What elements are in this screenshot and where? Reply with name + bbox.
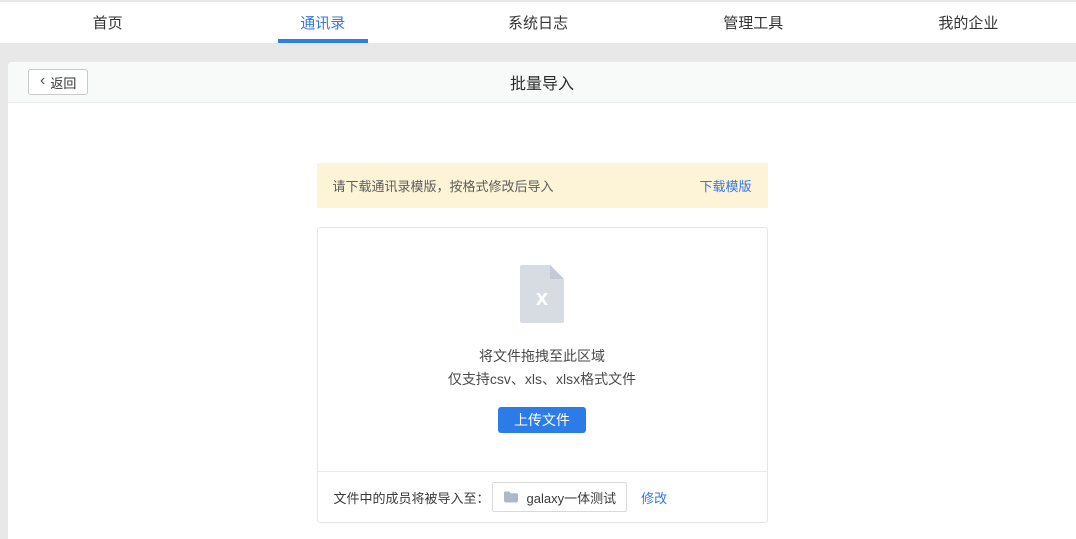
excel-file-icon: x (520, 265, 564, 323)
nav-tab-my-enterprise[interactable]: 我的企业 (861, 2, 1076, 43)
import-destination-row: 文件中的成员将被导入至： galaxy一体测试 修改 (318, 471, 767, 522)
destination-folder-name: galaxy一体测试 (527, 488, 617, 507)
modify-destination-link[interactable]: 修改 (641, 488, 667, 507)
content-window: ‹ 返回 批量导入 请下载通讯录模版，按格式修改后导入 下载模版 x 将文件拖拽… (8, 62, 1076, 539)
page-header: ‹ 返回 批量导入 (8, 62, 1076, 103)
drag-hint-text: 将文件拖拽至此区域 (318, 345, 767, 368)
upload-card: x 将文件拖拽至此区域 仅支持csv、xls、xlsx格式文件 上传文件 文件中… (317, 227, 768, 523)
chevron-left-icon: ‹ (40, 73, 45, 89)
nav-tab-system-logs[interactable]: 系统日志 (430, 2, 645, 43)
back-button[interactable]: ‹ 返回 (28, 69, 88, 95)
top-nav: 首页 通讯录 系统日志 管理工具 我的企业 (0, 0, 1076, 43)
file-drop-zone[interactable]: x 将文件拖拽至此区域 仅支持csv、xls、xlsx格式文件 上传文件 (318, 228, 767, 471)
back-button-label: 返回 (50, 73, 76, 92)
destination-box: galaxy一体测试 (492, 482, 628, 512)
folder-icon (503, 490, 519, 504)
download-template-link[interactable]: 下载模版 (699, 176, 751, 195)
nav-tab-admin-tools[interactable]: 管理工具 (646, 2, 861, 43)
page-title: 批量导入 (8, 70, 1076, 94)
notice-text: 请下载通讯录模版，按格式修改后导入 (333, 176, 554, 195)
nav-tab-home[interactable]: 首页 (0, 2, 215, 43)
upload-file-button[interactable]: 上传文件 (498, 407, 586, 433)
excel-file-icon-letter: x (520, 286, 564, 310)
notice-banner: 请下载通讯录模版，按格式修改后导入 下载模版 (317, 163, 768, 208)
format-hint-text: 仅支持csv、xls、xlsx格式文件 (318, 368, 767, 391)
destination-label: 文件中的成员将被导入至： (334, 488, 490, 507)
nav-tab-contacts[interactable]: 通讯录 (215, 2, 430, 43)
main-area: ‹ 返回 批量导入 请下载通讯录模版，按格式修改后导入 下载模版 x 将文件拖拽… (0, 43, 1076, 539)
